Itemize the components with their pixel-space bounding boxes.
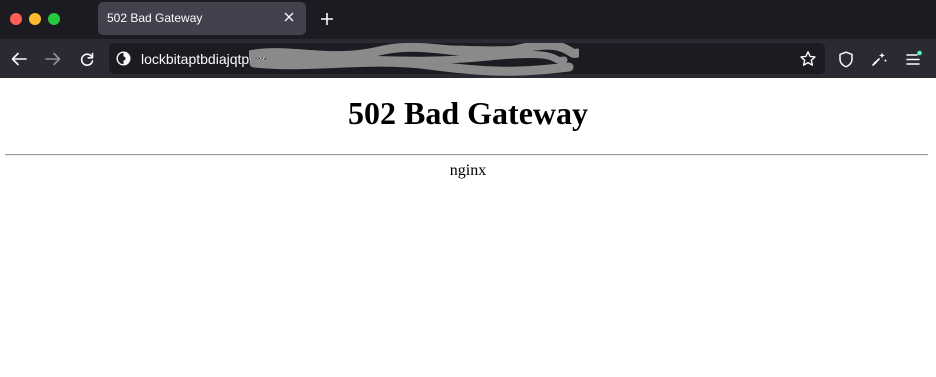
close-tab-icon[interactable] — [280, 8, 298, 26]
page-content: 502 Bad Gateway nginx — [0, 78, 936, 377]
server-name: nginx — [449, 162, 487, 179]
active-tab[interactable]: 502 Bad Gateway — [98, 2, 306, 35]
forward-arrow-icon[interactable] — [42, 48, 64, 70]
title-bar: 502 Bad Gateway — [0, 0, 936, 39]
app-menu-icon[interactable] — [902, 48, 924, 70]
address-bar[interactable]: lockbitaptbdiajqtplck — [109, 43, 825, 76]
shield-icon[interactable] — [835, 48, 857, 70]
tab-title: 502 Bad Gateway — [107, 11, 203, 25]
close-window-button[interactable] — [10, 13, 22, 25]
horizontal-divider — [5, 154, 928, 156]
extensions-brush-icon[interactable] — [868, 48, 890, 70]
minimize-window-button[interactable] — [29, 13, 41, 25]
bookmark-star-icon[interactable] — [797, 48, 819, 70]
new-tab-icon[interactable] — [317, 9, 337, 29]
redaction-scribble — [249, 43, 579, 76]
site-info-icon[interactable] — [115, 50, 132, 67]
back-arrow-icon[interactable] — [8, 48, 30, 70]
error-heading: 502 Bad Gateway — [348, 95, 588, 131]
reload-icon[interactable] — [76, 48, 98, 70]
zoom-window-button[interactable] — [48, 13, 60, 25]
url-text: lockbitaptbdiajqtplck — [141, 51, 267, 67]
navigation-toolbar: lockbitaptbdiajqtplck — [0, 39, 936, 78]
